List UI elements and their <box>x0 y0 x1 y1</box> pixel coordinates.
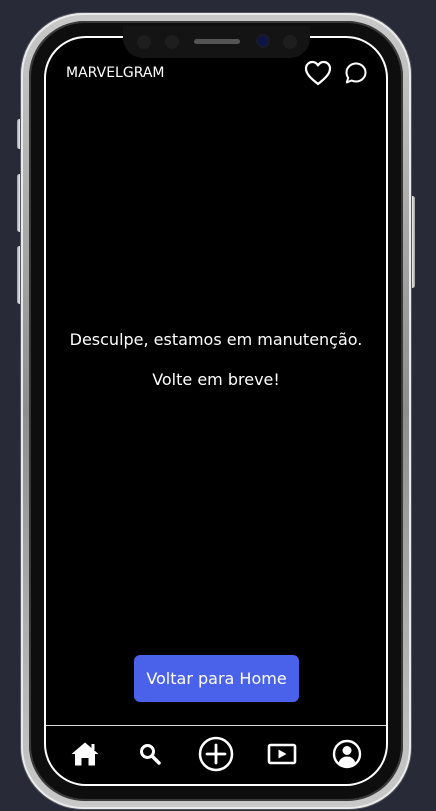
device-stage: MARVELGRAM Desculpe, estamos em manutenç… <box>0 0 436 811</box>
bottom-nav <box>46 726 386 782</box>
header-actions <box>304 60 368 86</box>
profile-icon[interactable] <box>327 734 367 774</box>
chat-bubble-icon[interactable] <box>344 61 368 85</box>
maintenance-line-2: Volte em breve! <box>152 370 280 389</box>
video-icon[interactable] <box>262 734 302 774</box>
sensor-dot <box>283 35 297 49</box>
maintenance-line-1: Desculpe, estamos em manutenção. <box>69 330 363 349</box>
app-brand: MARVELGRAM <box>66 65 165 81</box>
back-home-button[interactable]: Voltar para Home <box>134 655 299 702</box>
phone-notch <box>123 26 310 58</box>
home-icon[interactable] <box>65 734 105 774</box>
app-header: MARVELGRAM <box>66 58 368 88</box>
search-icon[interactable] <box>130 734 170 774</box>
front-camera <box>258 36 268 46</box>
earpiece-speaker <box>194 39 240 44</box>
maintenance-message: Desculpe, estamos em manutenção. Volte e… <box>46 330 386 410</box>
sensor-dot <box>165 35 179 49</box>
add-post-icon[interactable] <box>196 734 236 774</box>
sensor-dot <box>137 35 151 49</box>
app-screen: MARVELGRAM Desculpe, estamos em manutenç… <box>46 38 386 784</box>
heart-icon[interactable] <box>304 60 332 86</box>
